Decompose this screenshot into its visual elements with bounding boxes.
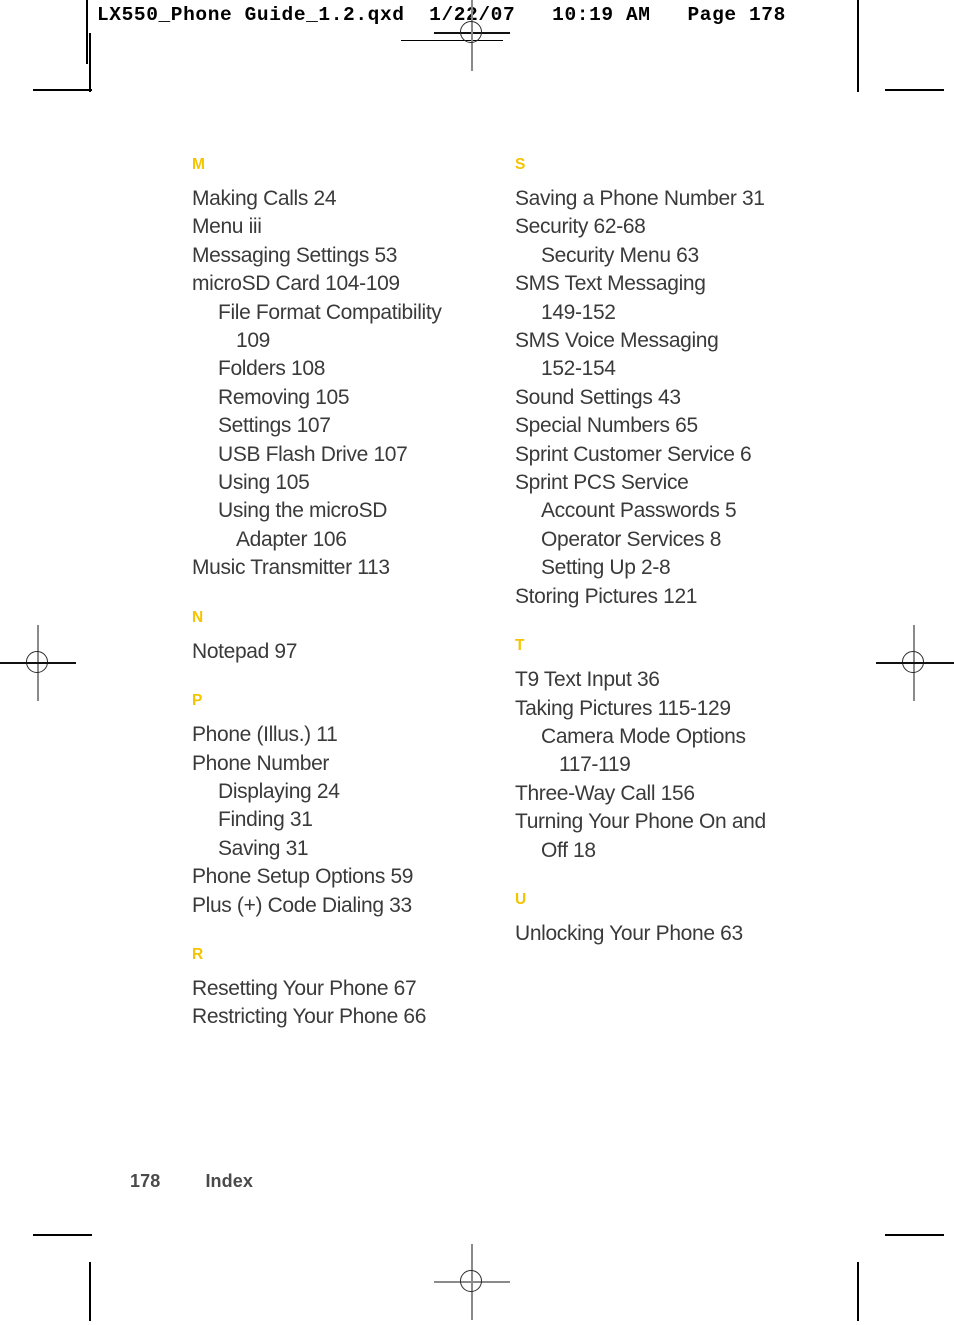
index-letter-group-s: S Saving a Phone Number 31 Security 62-68 S…: [515, 156, 815, 611]
crop-mark-top-left-horizontal: [33, 89, 92, 91]
index-entry: microSD Card 104-109: [192, 272, 400, 296]
crop-mark-top-left-vertical: [89, 33, 91, 92]
index-entry: Music Transmitter 113: [192, 556, 390, 580]
footer-section-label: Index: [205, 1171, 253, 1191]
index-entry: USB Flash Drive 107: [218, 442, 408, 466]
index-entry: Account Passwords 5: [541, 499, 737, 523]
index-entry: Security Menu 63: [541, 243, 699, 267]
crop-mark-bottom-left-horizontal: [33, 1234, 92, 1236]
index-entry: Folders 108: [218, 357, 326, 381]
index-entry: Adapter 106: [236, 527, 347, 551]
index-entry: Menu iii: [192, 215, 262, 239]
index-entry: Displaying 24: [218, 779, 340, 803]
index-letter-heading: U: [515, 890, 527, 908]
index-entry: Taking Pictures 115-129: [515, 696, 731, 720]
registration-mark-bottom: [434, 1244, 510, 1320]
index-entry: Saving 31: [218, 836, 309, 860]
crop-mark-top-right-horizontal: [885, 89, 944, 91]
index-entry: Sprint PCS Service: [515, 471, 689, 495]
index-entry: Off 18: [541, 838, 596, 862]
index-letter-group-r: R Resetting Your Phone 67 Restricting Your…: [192, 946, 492, 1032]
index-entry: Notepad 97: [192, 639, 298, 663]
crop-mark-bottom-right-horizontal: [885, 1234, 944, 1236]
crop-mark-top-right-vertical: [857, 33, 859, 92]
index-entry: Security 62-68: [515, 215, 646, 239]
crop-mark-bottom-right-vertical: [857, 1262, 859, 1321]
index-entry: Settings 107: [218, 414, 331, 438]
index-entry: Using 105: [218, 471, 310, 495]
index-letter-group-p: P Phone (Illus.) 11 Phone Number Displaying…: [192, 692, 492, 920]
footer-page-number: 178: [130, 1171, 161, 1191]
index-entry: Turning Your Phone On and: [515, 810, 766, 834]
index-entry: Sound Settings 43: [515, 385, 681, 409]
index-letter-group-u: U Unlocking Your Phone 63: [515, 891, 815, 948]
index-entry: Unlocking Your Phone 63: [515, 921, 743, 945]
index-entry: 149-152: [541, 300, 616, 324]
index-entry: 152-154: [541, 357, 616, 381]
index-entry: Phone Setup Options 59: [192, 865, 414, 889]
index-entry: Saving a Phone Number 31: [515, 187, 765, 210]
index-letter-heading: P: [192, 692, 203, 710]
index-letter-group-n: N Notepad 97: [192, 609, 492, 666]
index-letter-heading: S: [515, 156, 526, 173]
registration-left-crossbar: [0, 662, 76, 664]
index-letter-group-m: M Making Calls 24 Menu iii Messaging Settin…: [192, 156, 492, 583]
index-entry: Storing Pictures 121: [515, 584, 698, 608]
index-entry: Three-Way Call 156: [515, 781, 695, 805]
index-entry: Using the microSD: [218, 499, 388, 523]
header-rule-left: [86, 0, 88, 64]
index-entry: Resetting Your Phone 67: [192, 976, 417, 1000]
registration-right-crossbar: [878, 662, 954, 664]
index-entry: Removing 105: [218, 385, 350, 409]
index-entry: Restricting Your Phone 66: [192, 1005, 427, 1029]
crop-mark-bottom-left-vertical: [89, 1262, 91, 1321]
registration-mark-top: [434, 0, 510, 71]
index-entry: Making Calls 24: [192, 187, 337, 210]
index-entry: Special Numbers 65: [515, 414, 698, 438]
index-entry: Camera Mode Options: [541, 724, 746, 748]
index-entry: File Format Compatibility: [218, 300, 442, 324]
index-entry: Plus (+) Code Dialing 33: [192, 893, 412, 917]
printed-page: LX550_Phone Guide_1.2.qxd 1/22/07 10:19 …: [0, 0, 954, 1325]
index-letter-heading: T: [515, 637, 525, 655]
page-footer: 178 Index: [130, 1171, 253, 1192]
index-letter-heading: N: [192, 608, 204, 626]
index-entry: Sprint Customer Service 6: [515, 442, 752, 466]
index-letter-heading: R: [192, 945, 204, 963]
index-letter-group-t: T T9 Text Input 36 Taking Pictures 115-129…: [515, 637, 815, 865]
index-entry: Messaging Settings 53: [192, 243, 398, 267]
index-entry: 117-119: [559, 753, 631, 777]
index-entry: T9 Text Input 36: [515, 668, 660, 692]
index-entry: Setting Up 2-8: [541, 556, 671, 580]
index-entry: Operator Services 8: [541, 527, 722, 551]
index-entry: Finding 31: [218, 808, 313, 832]
index-entry: 109: [236, 329, 270, 353]
index-column-right: S Saving a Phone Number 31 Security 62-68 S…: [515, 156, 815, 948]
index-entry: Phone (Illus.) 11: [192, 723, 338, 747]
printer-header-text: LX550_Phone Guide_1.2.qxd 1/22/07 10:19 …: [97, 4, 786, 26]
index-entry: SMS Voice Messaging: [515, 329, 719, 353]
index-letter-heading: M: [192, 156, 206, 173]
index-column-left: M Making Calls 24 Menu iii Messaging Settin…: [192, 156, 492, 1032]
index-entry: SMS Text Messaging: [515, 272, 706, 296]
index-entry: Phone Number: [192, 751, 330, 775]
